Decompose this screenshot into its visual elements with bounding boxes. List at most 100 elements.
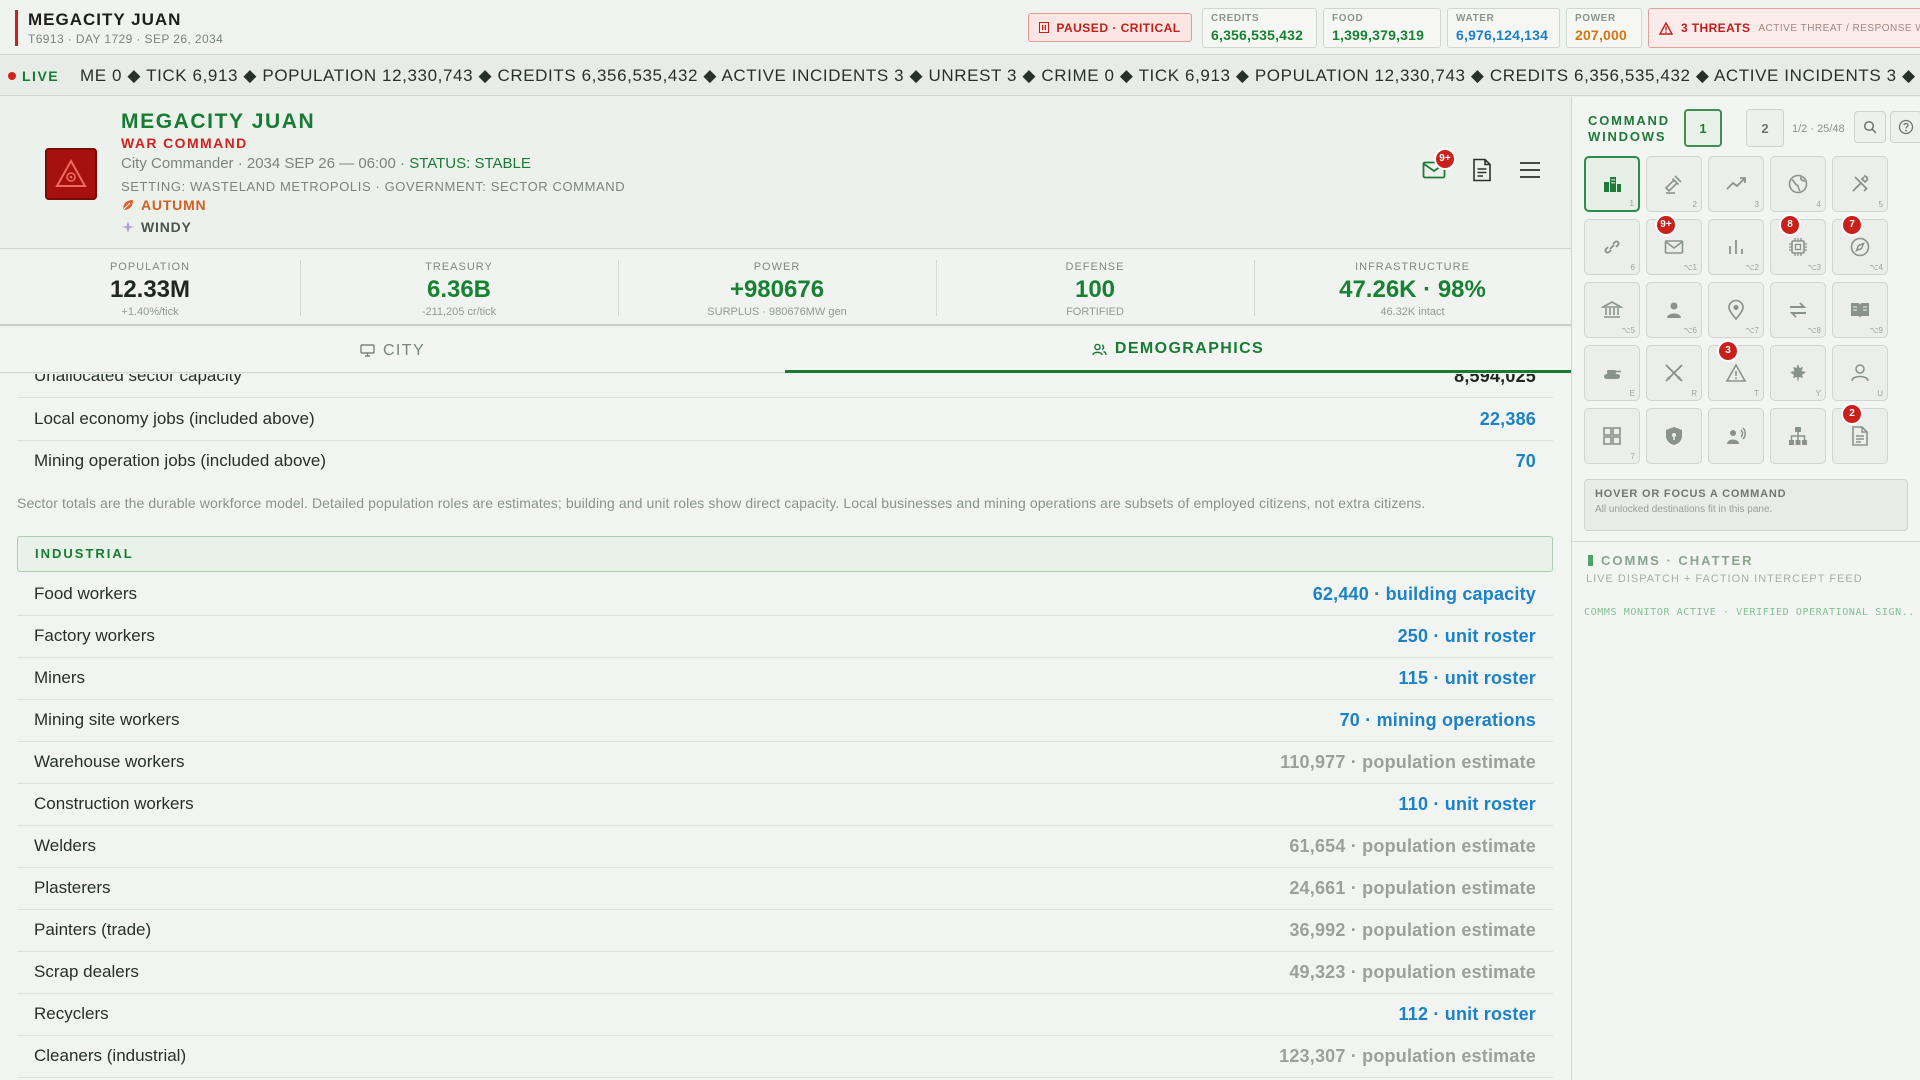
table-row: Plasterers 24,661 · population estimate (17, 868, 1553, 910)
command-tile-city[interactable]: 1 (1584, 156, 1640, 212)
command-tile-book[interactable]: ⌥9 (1832, 282, 1888, 338)
row-value: 62,440 · building capacity (1312, 584, 1536, 604)
row-label: Construction workers (34, 794, 194, 813)
command-tile-grid[interactable]: 7 (1584, 408, 1640, 464)
person-pin-icon (1667, 302, 1681, 318)
row-value: 22,386 (1479, 409, 1536, 429)
demographics-content[interactable]: Unallocated sector capacity 8,594,025 Lo… (0, 374, 1571, 1080)
summary-row: Local economy jobs (included above) 22,3… (17, 399, 1553, 441)
row-label: Warehouse workers (34, 752, 185, 771)
tab-demographics-label: DEMOGRAPHICS (1114, 340, 1265, 357)
command-tile-shield[interactable] (1646, 408, 1702, 464)
row-value: 61,654 · population estimate (1289, 836, 1536, 856)
paused-status-button[interactable]: PAUSED · CRITICAL (1028, 13, 1192, 42)
tile-shortcut: ⌥3 (1807, 263, 1821, 272)
tile-badge: 8 (1781, 216, 1799, 234)
command-tile-warning[interactable]: T3 (1708, 342, 1764, 401)
grid-icon (1603, 427, 1621, 445)
table-row: Construction workers 110 · unit roster (17, 784, 1553, 826)
threats-count: 3 THREATS (1681, 21, 1751, 35)
city-icon (1604, 177, 1621, 192)
command-tile-chip[interactable]: ⌥3 8 (1770, 216, 1826, 275)
tile-shortcut: R (1691, 389, 1697, 398)
stat-defense: DEFENSE 100 FORTIFIED (936, 250, 1254, 326)
command-tile-globe[interactable]: 4 (1770, 156, 1826, 212)
tile-shortcut: 3 (1754, 200, 1759, 209)
workforce-note: Sector totals are the durable workforce … (17, 495, 1426, 511)
help-icon (1898, 119, 1914, 135)
app-title: MEGACITY JUAN (28, 10, 182, 29)
table-row: Warehouse workers 110,977 · population es… (17, 742, 1553, 784)
tile-shortcut: Y (1815, 389, 1821, 398)
row-label: Local economy jobs (included above) (34, 409, 315, 428)
command-tile-trend[interactable]: 3 (1708, 156, 1764, 212)
row-label: Welders (34, 836, 97, 855)
command-tile-crossed-swords[interactable]: R (1646, 345, 1702, 401)
row-value: 70 (1515, 451, 1536, 471)
row-value: 115 · unit roster (1398, 668, 1536, 688)
tile-shortcut: ⌥1 (1683, 263, 1697, 272)
command-tile-link[interactable]: 6 (1584, 219, 1640, 275)
command-tile-swap[interactable]: ⌥8 (1770, 282, 1826, 338)
link-icon (1604, 240, 1620, 254)
command-tile-broadcast[interactable] (1708, 408, 1764, 464)
row-value: 36,992 · population estimate (1289, 920, 1536, 940)
faction-emblem-icon (45, 148, 97, 200)
command-tile-compass[interactable]: ⌥4 7 (1832, 216, 1888, 275)
command-tile-mail[interactable]: ⌥1 9+ (1646, 216, 1702, 275)
threats-button[interactable]: 3 THREATS ACTIVE THREAT / RESPONSE WI (1648, 8, 1920, 48)
command-windows-title-line: WINDOWS (1588, 129, 1667, 144)
tile-badge: 7 (1843, 216, 1861, 234)
page-2-button[interactable]: 2 (1746, 109, 1784, 147)
resource-water[interactable]: WATER 6,976,124,134 (1447, 8, 1560, 48)
row-value: 250 · unit roster (1397, 626, 1536, 646)
row-value: 24,661 · population estimate (1289, 878, 1536, 898)
tile-shortcut: 6 (1630, 263, 1635, 272)
table-row: Scrap dealers 49,323 · population estimat… (17, 952, 1553, 994)
command-tile-org-chart[interactable] (1770, 408, 1826, 464)
resource-label: FOOD (1332, 13, 1364, 24)
command-tile-gavel[interactable]: 2 (1646, 156, 1702, 212)
game-date: T6913 · DAY 1729 · SEP 26, 2034 (28, 32, 224, 46)
reports-button[interactable] (1464, 152, 1500, 188)
command-tile-map-pin[interactable]: ⌥7 (1708, 282, 1764, 338)
command-tile-person-pin[interactable]: ⌥6 (1646, 282, 1702, 338)
resource-credits[interactable]: CREDITS 6,356,535,432 (1202, 8, 1317, 48)
inbox-button[interactable]: 9+ (1416, 150, 1454, 188)
command-tile-bar-chart[interactable]: ⌥2 (1708, 219, 1764, 275)
resource-value: 6,976,124,134 (1456, 27, 1549, 43)
tab-city-label: CITY (382, 341, 426, 359)
row-value: 49,323 · population estimate (1289, 962, 1536, 982)
search-button[interactable] (1854, 111, 1886, 143)
tank-icon (1604, 370, 1621, 379)
page-1-button[interactable]: 1 (1684, 109, 1722, 147)
command-tile-leaf[interactable]: Y (1770, 345, 1826, 401)
stat-population: POPULATION 12.33M +1.40%/tick (0, 250, 300, 326)
stat-label: POWER (753, 261, 801, 273)
command-tile-tools[interactable]: 5 (1832, 156, 1888, 212)
comms-header[interactable]: COMMS · CHATTER (1588, 553, 1754, 568)
menu-button[interactable] (1512, 152, 1548, 188)
command-tile-bank[interactable]: ⌥5 (1584, 282, 1640, 338)
search-icon (1863, 120, 1877, 134)
resource-label: POWER (1575, 13, 1616, 24)
command-tile-tank[interactable]: E (1584, 345, 1640, 401)
resource-power[interactable]: POWER 207,000 (1566, 8, 1642, 48)
resource-value: 1,399,379,319 (1332, 27, 1425, 43)
tab-city[interactable]: CITY (0, 328, 785, 373)
leaf-icon (1790, 364, 1806, 382)
command-windows-title: COMMAND WINDOWS (1588, 113, 1670, 145)
help-button[interactable] (1890, 111, 1920, 143)
resource-food[interactable]: FOOD 1,399,379,319 (1323, 8, 1441, 48)
monitor-icon (360, 344, 375, 357)
command-tile-user[interactable]: U (1832, 345, 1888, 401)
command-hint-subtext: All unlocked destinations fit in this pa… (1595, 504, 1773, 515)
stat-value: 47.26K · 98% (1339, 276, 1486, 303)
tab-demographics[interactable]: DEMOGRAPHICS (785, 328, 1571, 373)
people-icon (1092, 343, 1107, 355)
tile-shortcut: ⌥5 (1621, 326, 1635, 335)
command-tile-document[interactable]: 2 (1832, 405, 1888, 464)
row-label: Painters (trade) (34, 920, 152, 939)
command-hint-title: HOVER OR FOCUS A COMMAND (1595, 488, 1787, 500)
resource-label: WATER (1456, 13, 1495, 24)
